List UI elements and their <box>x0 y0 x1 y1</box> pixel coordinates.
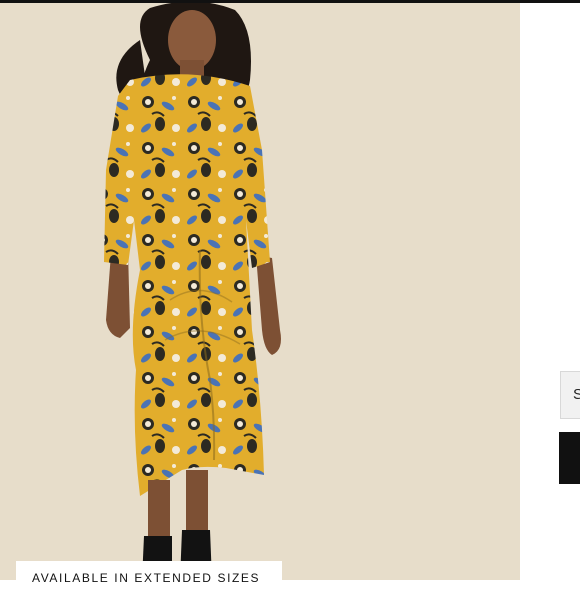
extended-sizes-badge: AVAILABLE IN EXTENDED SIZES <box>16 561 282 591</box>
model-photo <box>0 3 520 580</box>
size-select[interactable]: S <box>560 371 580 419</box>
add-to-bag-button[interactable] <box>559 432 580 484</box>
right-panel: S <box>520 3 580 580</box>
product-image[interactable] <box>0 3 520 580</box>
